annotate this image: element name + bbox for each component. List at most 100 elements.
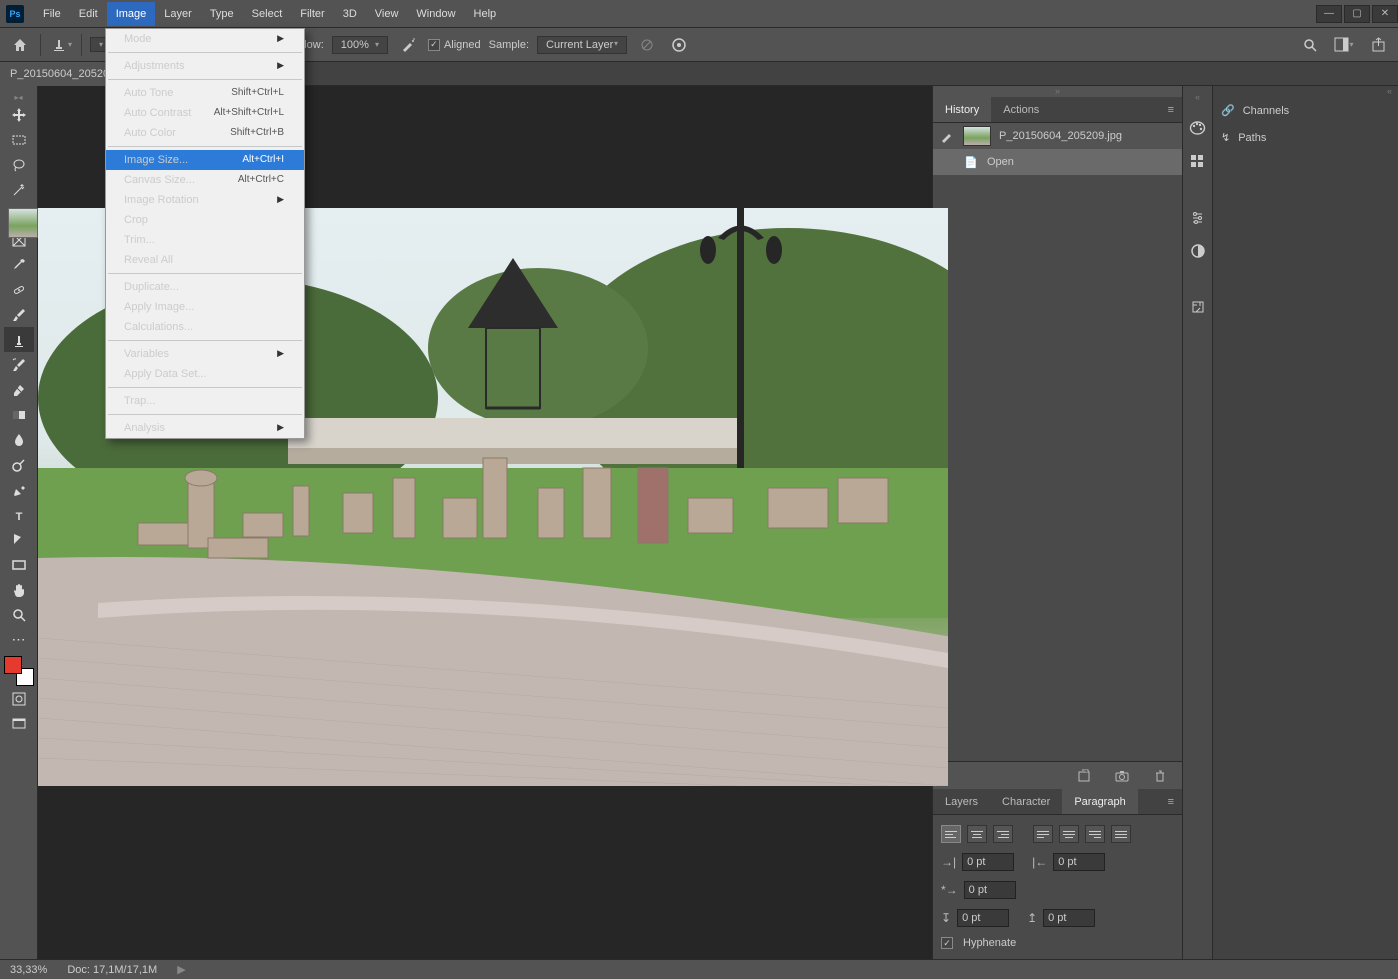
justify-all-button[interactable]: [1111, 825, 1131, 843]
indent-right-field[interactable]: |←0 pt: [1032, 853, 1105, 871]
create-doc-icon[interactable]: [1072, 764, 1096, 788]
tool-dodge[interactable]: [4, 452, 34, 477]
tool-lasso[interactable]: [4, 152, 34, 177]
tool-brush[interactable]: [4, 302, 34, 327]
trash-icon[interactable]: [1148, 764, 1172, 788]
close-window-button[interactable]: ✕: [1372, 5, 1398, 23]
tool-gradient[interactable]: [4, 402, 34, 427]
justify-last-left-button[interactable]: [1033, 825, 1053, 843]
menu-item-mode[interactable]: Mode▶: [106, 29, 304, 49]
space-before-field[interactable]: ↧0 pt: [941, 909, 1009, 927]
first-line-field[interactable]: *→0 pt: [941, 881, 1016, 899]
history-entry[interactable]: 📄Open: [933, 149, 1182, 175]
menu-item-auto-contrast[interactable]: Auto ContrastAlt+Shift+Ctrl+L: [106, 103, 304, 123]
menu-3d[interactable]: 3D: [334, 2, 366, 26]
menu-item-canvas-size[interactable]: Canvas Size...Alt+Ctrl+C: [106, 170, 304, 190]
tool-zoom[interactable]: [4, 602, 34, 627]
tab-history[interactable]: History: [933, 97, 991, 122]
snapshot-icon[interactable]: [1110, 764, 1134, 788]
airbrush-icon[interactable]: [396, 33, 420, 57]
menu-item-auto-color[interactable]: Auto ColorShift+Ctrl+B: [106, 123, 304, 143]
panel-menu-icon[interactable]: ≡: [1160, 104, 1182, 116]
collapse-props-icon[interactable]: «: [1213, 86, 1398, 97]
menu-item-auto-tone[interactable]: Auto ToneShift+Ctrl+L: [106, 83, 304, 103]
indent-left-field[interactable]: →|0 pt: [941, 853, 1014, 871]
tool-type[interactable]: T: [4, 502, 34, 527]
tool-pen[interactable]: [4, 477, 34, 502]
menu-edit[interactable]: Edit: [70, 2, 107, 26]
menu-layer[interactable]: Layer: [155, 2, 201, 26]
ignore-adjustments-icon[interactable]: [635, 33, 659, 57]
pressure-size-icon[interactable]: [667, 33, 691, 57]
tab-character[interactable]: Character: [990, 789, 1062, 814]
menu-item-image-rotation[interactable]: Image Rotation▶: [106, 190, 304, 210]
tool-eraser[interactable]: [4, 377, 34, 402]
hyphenate-checkbox[interactable]: ✓Hyphenate: [941, 937, 1174, 949]
aligned-checkbox[interactable]: ✓Aligned: [428, 39, 481, 51]
menu-help[interactable]: Help: [465, 2, 506, 26]
zoom-value[interactable]: 33,33%: [10, 964, 47, 976]
space-after-field[interactable]: ↥0 pt: [1027, 909, 1095, 927]
color-panel-icon[interactable]: [1188, 117, 1208, 137]
menu-select[interactable]: Select: [243, 2, 292, 26]
stamp-preset-icon[interactable]: ▾: [49, 33, 73, 57]
search-icon[interactable]: [1298, 33, 1322, 57]
swatches-panel-icon[interactable]: [1188, 151, 1208, 171]
menu-item-adjustments[interactable]: Adjustments▶: [106, 56, 304, 76]
collapse-dock-icon[interactable]: »: [933, 86, 1182, 97]
tool-hand[interactable]: [4, 577, 34, 602]
align-right-button[interactable]: [993, 825, 1013, 843]
foreground-background-swatch[interactable]: [4, 656, 34, 686]
menu-view[interactable]: View: [366, 2, 408, 26]
menu-type[interactable]: Type: [201, 2, 243, 26]
screen-mode-icon[interactable]: [4, 711, 34, 736]
3d-panel-icon[interactable]: [1188, 297, 1208, 317]
quick-mask-icon[interactable]: [4, 686, 34, 711]
menu-window[interactable]: Window: [407, 2, 464, 26]
collapse-strip-icon[interactable]: «: [1195, 92, 1200, 103]
tool-eyedrop[interactable]: [4, 252, 34, 277]
status-arrow-icon[interactable]: ▶: [177, 963, 185, 976]
menu-item-duplicate[interactable]: Duplicate...: [106, 277, 304, 297]
menu-item-calculations[interactable]: Calculations...: [106, 317, 304, 337]
styles-panel-icon[interactable]: [1188, 241, 1208, 261]
menu-filter[interactable]: Filter: [291, 2, 333, 26]
menu-item-analysis[interactable]: Analysis▶: [106, 418, 304, 438]
tool-stamp[interactable]: [4, 327, 34, 352]
home-icon[interactable]: [8, 33, 32, 57]
tool-wand[interactable]: [4, 177, 34, 202]
tab-layers[interactable]: Layers: [933, 789, 990, 814]
sample-select[interactable]: Current Layer▾: [537, 36, 627, 54]
tool-blur[interactable]: [4, 427, 34, 452]
tab-actions[interactable]: Actions: [991, 97, 1051, 122]
align-left-button[interactable]: [941, 825, 961, 843]
menu-image[interactable]: Image: [107, 2, 156, 26]
menu-item-image-size[interactable]: Image Size...Alt+Ctrl+I: [106, 150, 304, 170]
panel-menu-icon[interactable]: ≡: [1160, 796, 1182, 808]
tool-heal[interactable]: [4, 277, 34, 302]
adjust-panel-icon[interactable]: [1188, 207, 1208, 227]
tool-move[interactable]: [4, 102, 34, 127]
maximize-button[interactable]: ▢: [1344, 5, 1370, 23]
history-source[interactable]: P_20150604_205209.jpg: [933, 123, 1182, 149]
justify-last-right-button[interactable]: [1085, 825, 1105, 843]
menu-item-apply-image[interactable]: Apply Image...: [106, 297, 304, 317]
tools-grip-icon[interactable]: ▸◂: [4, 92, 34, 102]
panel-tab-channels[interactable]: 🔗Channels: [1213, 97, 1398, 124]
tool-more-icon[interactable]: ⋯: [4, 627, 34, 652]
flow-input[interactable]: 100%▾: [332, 36, 388, 54]
menu-item-trim[interactable]: Trim...: [106, 230, 304, 250]
share-icon[interactable]: [1366, 33, 1390, 57]
tool-history[interactable]: [4, 352, 34, 377]
minimize-button[interactable]: —: [1316, 5, 1342, 23]
menu-file[interactable]: File: [34, 2, 70, 26]
tool-rect[interactable]: [4, 552, 34, 577]
tool-marquee[interactable]: [4, 127, 34, 152]
tab-paragraph[interactable]: Paragraph: [1062, 789, 1137, 814]
panel-tab-paths[interactable]: ↯Paths: [1213, 124, 1398, 151]
workspace-icon[interactable]: ▾: [1332, 33, 1356, 57]
justify-last-center-button[interactable]: [1059, 825, 1079, 843]
tool-path[interactable]: [4, 527, 34, 552]
align-center-button[interactable]: [967, 825, 987, 843]
bottom-panel-header: LayersCharacterParagraph ≡: [933, 789, 1182, 815]
